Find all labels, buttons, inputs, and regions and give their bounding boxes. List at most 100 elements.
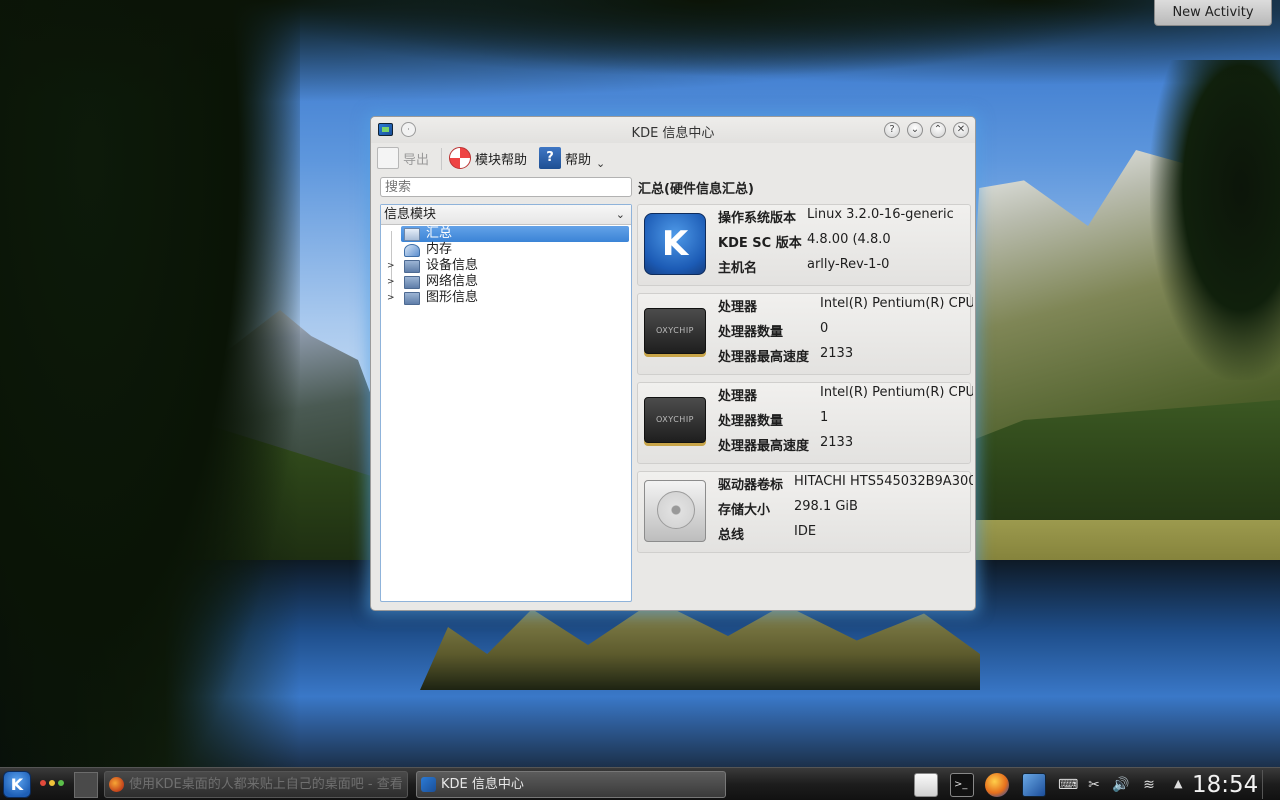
processor-key: 处理器 <box>718 300 758 315</box>
processor-speed-value: 2133 <box>820 346 854 361</box>
module-category-combo[interactable]: 信息模块 ⌄ <box>381 205 631 225</box>
drive-bus-key: 总线 <box>718 528 745 543</box>
toolbar-separator <box>441 148 442 170</box>
scissors-icon[interactable]: ✂ <box>1085 777 1103 793</box>
help-label: 帮助 <box>565 152 592 168</box>
tree-item-memory[interactable]: 内存 <box>381 242 631 258</box>
processor-speed-value: 2133 <box>820 435 854 450</box>
kde-version-value: 4.8.00 (4.8.0 <box>807 232 891 247</box>
module-category-label: 信息模块 <box>384 207 437 222</box>
hard-drive-icon <box>644 480 706 542</box>
toolbar: 导出 模块帮助 ? 帮助 ⌄ <box>371 143 975 173</box>
tree-item-summary[interactable]: 汇总 <box>381 226 631 242</box>
tree-item-device-info[interactable]: > 设备信息 <box>381 258 631 274</box>
task-label: KDE 信息中心 <box>441 777 524 792</box>
module-tree-panel: 信息模块 ⌄ 汇总 内存 > 设备信息 > 网络信息 > 图形信息 <box>380 204 632 602</box>
help-icon[interactable]: ? <box>884 122 900 138</box>
hostname-value: arlly-Rev-1-0 <box>807 257 890 272</box>
minimize-icon[interactable]: ⌄ <box>907 122 923 138</box>
processor-value: Intel(R) Pentium(R) CPU <box>820 385 973 400</box>
kinfocenter-icon <box>421 777 436 792</box>
hostname-key: 主机名 <box>718 261 758 276</box>
taskbar: K 使用KDE桌面的人都来贴上自己的桌面吧 - 查看 KDE 信息中心 >_ ⌨… <box>0 767 1280 800</box>
export-label: 导出 <box>403 152 430 168</box>
kde-logo-icon: K <box>644 213 706 275</box>
new-activity-button[interactable]: New Activity <box>1154 0 1272 26</box>
chevron-down-icon: ⌄ <box>615 208 625 221</box>
maximize-icon[interactable]: ⌃ <box>930 122 946 138</box>
processor-key: 处理器 <box>718 389 758 404</box>
taskbar-item-kinfocenter[interactable]: KDE 信息中心 <box>416 771 726 798</box>
os-version-key: 操作系统版本 <box>718 211 797 226</box>
export-icon <box>377 147 399 169</box>
volume-icon[interactable]: 🔊 <box>1112 777 1130 793</box>
module-help-button[interactable]: 模块帮助 <box>449 145 527 171</box>
folder-icon <box>404 276 420 289</box>
expand-arrow-icon[interactable]: > <box>387 290 397 306</box>
firefox-launcher-icon[interactable] <box>985 773 1009 797</box>
tree-item-label: 设备信息 <box>426 258 479 273</box>
tray-expand-icon[interactable]: ▲ <box>1174 777 1182 790</box>
wifi-icon[interactable]: ≋ <box>1140 777 1158 793</box>
processor-value: Intel(R) Pentium(R) CPU <box>820 296 973 311</box>
export-button[interactable]: 导出 <box>377 145 429 171</box>
desktop-pager[interactable] <box>74 772 98 798</box>
panel-toolbox-icon[interactable] <box>1262 770 1278 799</box>
wallpaper-canopy <box>0 0 1280 120</box>
close-icon[interactable]: ✕ <box>953 122 969 138</box>
module-help-label: 模块帮助 <box>475 152 528 168</box>
network-manager-icon[interactable] <box>1022 773 1046 797</box>
expand-arrow-icon[interactable]: > <box>387 258 397 274</box>
taskbar-item-firefox[interactable]: 使用KDE桌面的人都来贴上自己的桌面吧 - 查看 <box>104 771 408 798</box>
tree-item-label: 图形信息 <box>426 290 479 305</box>
processor-speed-key: 处理器最高速度 <box>718 439 810 454</box>
page-title: 汇总(硬件信息汇总) <box>638 182 754 197</box>
drive-label-key: 驱动器卷标 <box>718 478 784 493</box>
tree-item-label: 内存 <box>426 242 453 257</box>
kde-menu-button[interactable]: K <box>3 771 31 798</box>
wallpaper-trees-left <box>0 0 300 800</box>
tree-item-label: 网络信息 <box>426 274 479 289</box>
search-input[interactable] <box>380 177 632 197</box>
cpu-chip-icon: OXYCHIP <box>644 397 706 443</box>
os-version-row: 操作系统版本 <box>718 207 797 226</box>
kinfocenter-window: · KDE 信息中心 ? ⌄ ⌃ ✕ 导出 模块帮助 ? 帮助 ⌄ 汇总(硬件信… <box>370 116 976 611</box>
keyboard-icon[interactable]: ⌨ <box>1058 777 1078 793</box>
clock[interactable]: 18:54 <box>1192 771 1258 799</box>
cpu-chip-icon: OXYCHIP <box>644 308 706 354</box>
lifebuoy-icon <box>449 147 471 169</box>
folder-icon <box>404 292 420 305</box>
help-book-icon: ? <box>539 147 561 169</box>
processor-speed-key: 处理器最高速度 <box>718 350 810 365</box>
drive-bus-value: IDE <box>794 524 817 539</box>
kde-version-key: KDE SC 版本 <box>718 236 802 251</box>
expand-arrow-icon[interactable]: > <box>387 274 397 290</box>
processor-count-value: 1 <box>820 410 829 425</box>
summary-icon <box>404 228 420 241</box>
hostname-row: 主机名 <box>718 257 758 276</box>
drive-size-value: 298.1 GiB <box>794 499 858 514</box>
cpu-card-0: OXYCHIP 处理器 Intel(R) Pentium(R) CPU 处理器数… <box>637 293 973 375</box>
window-titlebar[interactable]: · KDE 信息中心 ? ⌄ ⌃ ✕ <box>371 117 975 143</box>
task-label: 使用KDE桌面的人都来贴上自己的桌面吧 - 查看 <box>129 777 403 792</box>
firefox-icon <box>109 777 124 792</box>
drive-label-value: HITACHI HTS545032B9A300 <box>794 474 973 489</box>
chevron-down-icon[interactable]: ⌄ <box>596 157 605 170</box>
activities-icon[interactable] <box>40 780 64 788</box>
os-version-value: Linux 3.2.0-16-generic <box>807 207 954 222</box>
tree-item-label: 汇总 <box>426 226 453 241</box>
processor-count-key: 处理器数量 <box>718 414 784 429</box>
processor-count-key: 处理器数量 <box>718 325 784 340</box>
tree-item-network-info[interactable]: > 网络信息 <box>381 274 631 290</box>
os-info-card: K 操作系统版本 Linux 3.2.0-16-generic KDE SC 版… <box>637 204 971 286</box>
cpu-card-1: OXYCHIP 处理器 Intel(R) Pentium(R) CPU 处理器数… <box>637 382 973 464</box>
kwrite-launcher-icon[interactable] <box>914 773 938 797</box>
memory-icon <box>404 244 420 257</box>
drive-card: 驱动器卷标 HITACHI HTS545032B9A300 存储大小 298.1… <box>637 471 973 553</box>
drive-size-key: 存储大小 <box>718 503 771 518</box>
help-menu-button[interactable]: ? 帮助 <box>539 145 591 171</box>
tree-item-graphics-info[interactable]: > 图形信息 <box>381 290 631 306</box>
terminal-launcher-icon[interactable]: >_ <box>950 773 974 797</box>
processor-count-value: 0 <box>820 321 829 336</box>
summary-panel: K 操作系统版本 Linux 3.2.0-16-generic KDE SC 版… <box>637 204 973 602</box>
